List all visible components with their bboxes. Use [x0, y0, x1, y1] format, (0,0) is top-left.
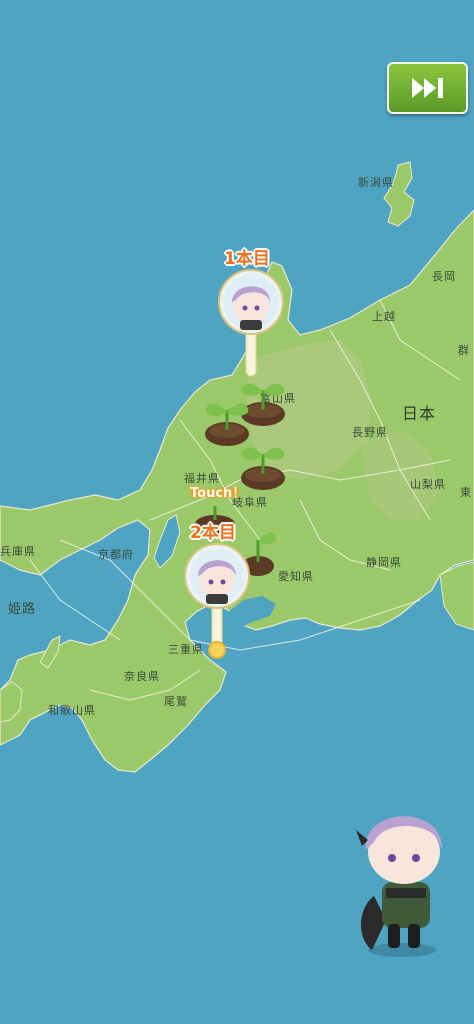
touch-prompt[interactable]: Touch！: [190, 482, 245, 501]
label-shizuoka: 静岡県: [366, 556, 402, 569]
pin-1-label: 1本目: [224, 249, 270, 269]
label-nagaoka: 長岡: [432, 270, 456, 283]
label-nara: 奈良県: [124, 670, 160, 683]
skip-button[interactable]: [387, 62, 468, 114]
label-wakayama: 和歌山県: [48, 704, 96, 717]
label-kyoto: 京都府: [98, 548, 134, 561]
pin-2-label: 2本目: [190, 523, 236, 543]
pin-2[interactable]: 2本目: [184, 518, 250, 662]
label-tokyo: 東: [460, 486, 472, 499]
label-yamanashi: 山梨県: [410, 478, 446, 491]
pin-1-marker: [218, 269, 284, 377]
label-joetsu: 上越: [372, 310, 396, 323]
fast-forward-icon: [411, 78, 443, 98]
label-niigata: 新潟県: [358, 176, 394, 189]
pin-1[interactable]: 1本目: [218, 244, 284, 384]
label-hyogo: 兵庫県: [0, 545, 36, 558]
label-owase: 尾鷲: [164, 695, 188, 708]
character-sprite-icon[interactable]: [352, 800, 452, 960]
label-himeji: 姫路: [8, 602, 37, 617]
game-screen: 新潟県 長岡 上越 群 富山県 日本 長野県 福井県 岐阜県 山梨県 東 兵庫県…: [0, 0, 474, 1024]
label-aichi: 愛知県: [278, 570, 314, 583]
label-gunma: 群: [458, 344, 470, 357]
label-nagano: 長野県: [352, 426, 388, 439]
pin-2-marker: [184, 543, 250, 659]
label-country: 日本: [402, 404, 437, 423]
